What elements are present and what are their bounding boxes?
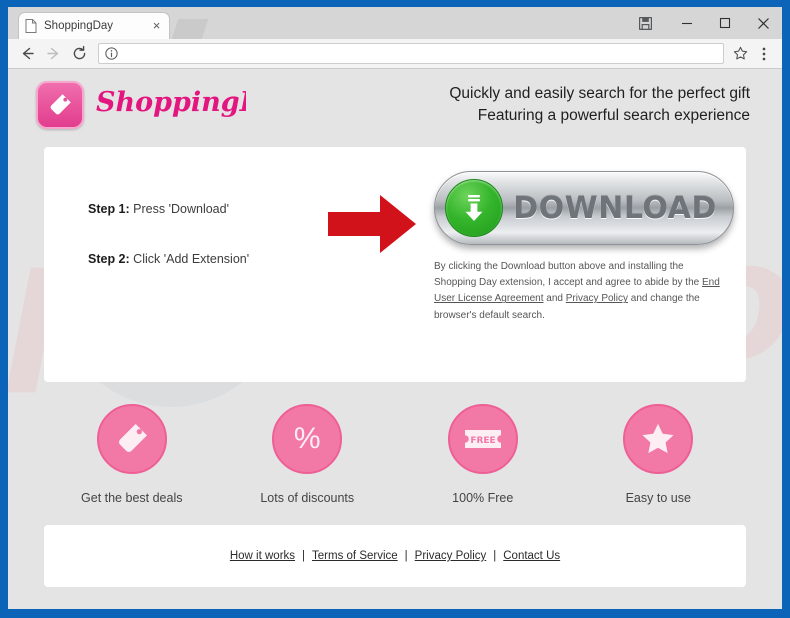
three-dot-menu-icon [762,47,766,60]
minimize-icon [682,22,692,25]
site-tagline: Quickly and easily search for the perfec… [449,83,750,127]
window-controls [622,7,782,39]
percent-icon: % [272,404,343,474]
footer-link-how-it-works[interactable]: How it works [230,550,295,562]
address-bar[interactable] [98,43,724,64]
download-arrow-icon [445,179,503,237]
save-icon[interactable] [622,8,668,38]
privacy-policy-link[interactable]: Privacy Policy [566,293,628,304]
footer-card: How it works | Terms of Service | Privac… [44,525,746,587]
tagline-line-1: Quickly and easily search for the perfec… [449,85,750,102]
disclaimer-text: By clicking the Download button above an… [434,259,724,324]
reload-button[interactable] [66,41,92,67]
price-tag-icon [96,404,167,474]
browser-menu-button[interactable] [752,41,776,67]
maximize-icon [719,17,731,29]
feature-label: Lots of discounts [260,491,355,505]
close-button[interactable] [744,8,782,38]
download-button-label: DOWNLOAD [513,190,717,226]
feature-label: 100% Free [452,491,514,505]
site-logo-text: ShoppingDay! [96,87,246,118]
maximize-button[interactable] [706,8,744,38]
minimize-button[interactable] [668,8,706,38]
back-arrow-icon [22,47,34,60]
feature-label: Easy to use [625,491,691,505]
step-2-text: Click 'Add Extension' [133,252,250,266]
feature-label: Get the best deals [81,491,183,505]
forward-button[interactable] [40,41,66,67]
star-icon [623,404,694,474]
footer-link-contact-us[interactable]: Contact Us [503,550,560,562]
browser-titlebar: ShoppingDay × [8,7,782,39]
free-ticket-text: FREE [470,436,495,446]
feature-lots-of-discounts[interactable]: % Lots of discounts [220,404,396,505]
feature-easy-to-use[interactable]: Easy to use [571,404,747,505]
cta-column: DOWNLOAD By clicking the Download button… [434,147,762,324]
tagline-line-2: Featuring a powerful search experience [477,107,750,124]
arrow-column [309,147,434,253]
page-viewport: pcrisk.com ShoppingDay! [8,69,782,608]
site-logo[interactable]: ShoppingDay! [36,81,308,130]
close-icon [757,17,769,29]
features-row: Get the best deals % Lots of discounts F… [44,404,746,505]
disclaimer-mid: and [543,293,566,305]
free-ticket-icon: FREE [447,404,518,474]
feature-best-deals[interactable]: Get the best deals [44,404,220,505]
browser-tab[interactable]: ShoppingDay × [18,12,170,39]
download-button[interactable]: DOWNLOAD [434,171,734,245]
bookmark-star-icon [733,46,747,60]
price-tag-icon [36,81,84,129]
browser-toolbar [8,39,782,69]
step-1-text: Press 'Download' [133,202,229,216]
hero-card: Step 1: Press 'Download' Step 2: Click '… [44,147,746,382]
site-info-icon[interactable] [105,47,118,60]
back-button[interactable] [14,41,40,67]
browser-window-frame: ShoppingDay × Shopping Quickly and easil… [0,0,790,618]
site-logo-wordmark: ShoppingDay! [94,81,308,130]
site-header: ShoppingDay! Quickly and easily search f… [8,69,782,141]
footer-links: How it works | Terms of Service | Privac… [230,550,560,562]
page-favicon-icon [25,19,37,33]
footer-link-privacy-policy[interactable]: Privacy Policy [415,550,487,562]
steps-list: Step 1: Press 'Download' Step 2: Click '… [44,147,309,302]
percent-glyph: % [293,422,321,455]
reload-icon [73,45,85,60]
tab-close-icon[interactable]: × [150,19,163,33]
feature-100-percent-free[interactable]: FREE 100% Free [395,404,571,505]
forward-arrow-icon [46,47,58,60]
bookmark-button[interactable] [728,41,752,67]
disclaimer-part-1: By clicking the Download button above an… [434,261,702,289]
new-tab-button[interactable] [171,19,209,39]
footer-link-terms-of-service[interactable]: Terms of Service [312,550,398,562]
step-2-prefix: Step 2: [88,252,130,266]
step-2: Step 2: Click 'Add Extension' [88,252,309,266]
footer-separator: | [404,550,408,562]
red-right-arrow-icon [327,195,416,253]
tab-title: ShoppingDay [44,20,114,32]
footer-separator: | [302,550,306,562]
step-1: Step 1: Press 'Download' [88,202,309,216]
step-1-prefix: Step 1: [88,202,130,216]
footer-separator: | [493,550,497,562]
browser-window: ShoppingDay × Shopping Quickly and easil… [8,7,782,609]
